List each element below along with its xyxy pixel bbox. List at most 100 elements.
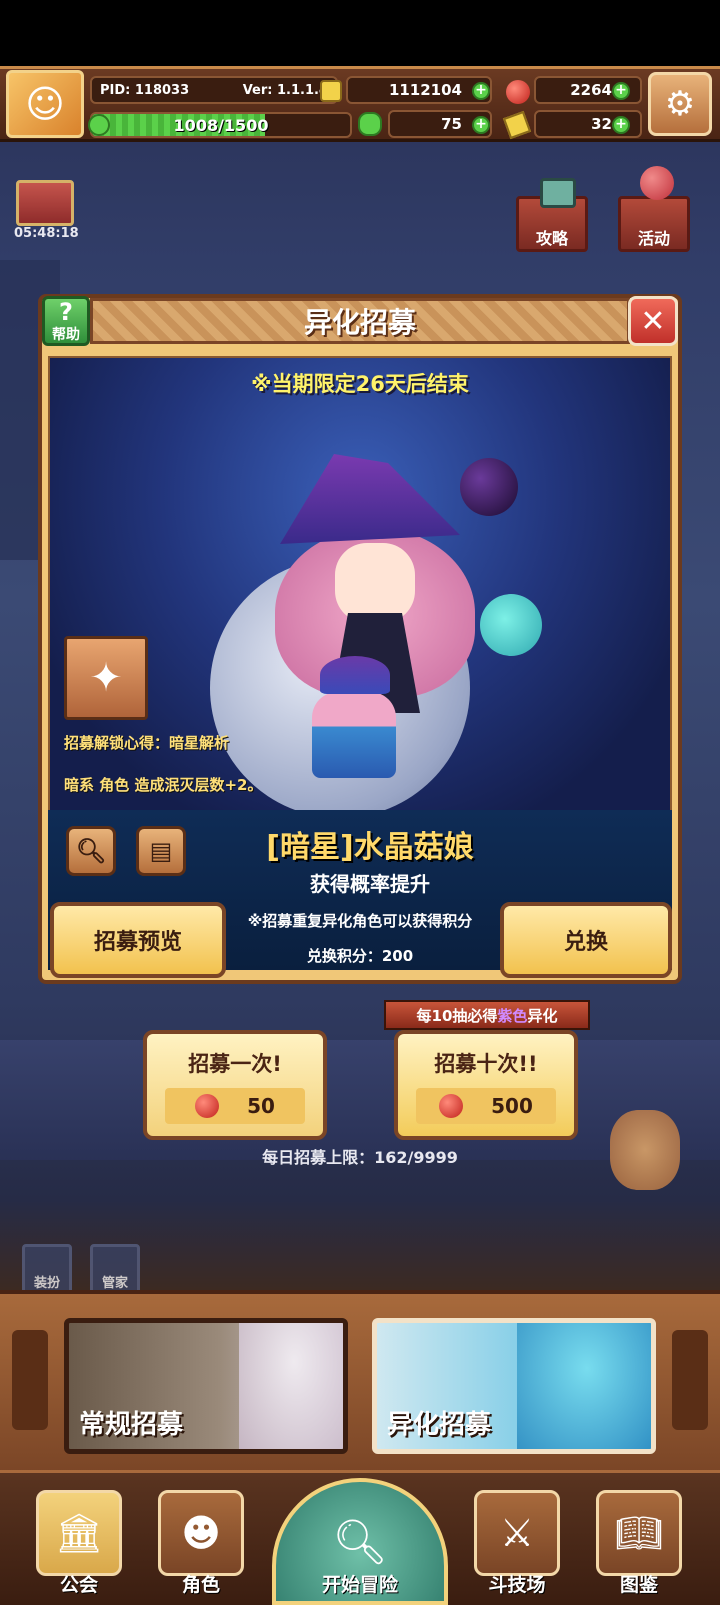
butler-button[interactable]: 管家 [90, 1244, 140, 1294]
recruit-ten-label: 招募十次!! [434, 1052, 538, 1076]
event-timer: 05:48:18 [14, 226, 79, 241]
guarantee-color-word: 紫色 [497, 1006, 528, 1025]
recruit-once-label: 招募一次! [188, 1052, 282, 1076]
panel-title: 异化招募 [90, 298, 630, 344]
guarantee-prefix: 每10抽必得 [416, 1006, 498, 1025]
costume-button[interactable]: 装扮 [22, 1244, 72, 1294]
stamina-value: 1008/1500 [173, 116, 269, 135]
guide-label: 攻略 [535, 229, 568, 248]
recruit-preview-label: 招募预览 [93, 930, 182, 955]
gold-counter: 1112104 [346, 76, 492, 104]
npc-sprite [610, 1110, 680, 1190]
ticket-add-icon[interactable]: + [612, 116, 630, 134]
character-face-icon: ☻ [181, 1511, 221, 1555]
recruit-ten-cost: 500 [416, 1088, 556, 1124]
rate-up-label: 获得概率提升 [310, 872, 430, 896]
recruit-ten-button[interactable]: 招募十次!! 500 [394, 1030, 578, 1140]
chat-icon [540, 178, 576, 208]
star-map-icon: ✦ [89, 655, 123, 701]
player-avatar[interactable]: ☺ [6, 70, 84, 138]
clover-icon [358, 112, 382, 136]
balloon-icon [640, 166, 674, 200]
exchange-points: 兑换积分：200 [306, 947, 414, 965]
chibi-character [312, 692, 396, 778]
book-icon: 📖︎ [614, 1510, 664, 1555]
nav-guild-label: 公会 [59, 1574, 98, 1596]
gem-icon [439, 1094, 464, 1118]
unlock-item-icon[interactable]: ✦ [64, 636, 148, 720]
exchange-label: 兑换 [563, 930, 608, 955]
document-icon: ▤ [149, 837, 173, 865]
zoom-button[interactable]: 🔍︎ [66, 826, 116, 876]
costume-label: 装扮 [33, 1276, 60, 1291]
staff-orb [460, 458, 518, 516]
witch-hat [280, 454, 460, 544]
mutation-recruit-character [517, 1323, 651, 1449]
recruit-once-cost-value: 50 [247, 1094, 275, 1118]
recruit-ten-cost-value: 500 [491, 1094, 533, 1118]
event-button[interactable]: 活动 [618, 196, 690, 252]
gem-add-icon[interactable]: + [612, 82, 630, 100]
tab-normal-recruit-label: 常规招募 [79, 1410, 184, 1440]
tab-normal-recruit[interactable]: 常规招募 [64, 1318, 348, 1454]
featured-character-name: [暗星]水晶菇娘 [266, 830, 474, 865]
unlock-insight-text: 招募解锁心得：暗星解析 [64, 734, 230, 752]
tab-mutation-recruit[interactable]: 异化招募 [372, 1318, 656, 1454]
magnifier-icon: 🔍︎ [75, 837, 107, 865]
close-button[interactable]: ✕ [628, 296, 678, 346]
stamina-icon [88, 114, 110, 136]
nav-codex-label: 图鉴 [619, 1574, 658, 1596]
player-info: PID: 118033 Ver: 1.1.1.4 [90, 76, 338, 104]
duplicate-points-note: ※招募重复异化角色可以获得积分 [247, 912, 473, 930]
gold-coin-icon [320, 80, 342, 102]
gem-value: 2264 [570, 81, 612, 99]
clover-value: 75 [441, 115, 462, 133]
recruit-once-button[interactable]: 招募一次! 50 [143, 1030, 327, 1140]
crossed-swords-icon: ⚔ [499, 1511, 535, 1555]
event-label: 活动 [637, 229, 670, 248]
tab-arrow-left [12, 1330, 48, 1430]
normal-recruit-character [239, 1323, 343, 1449]
tab-mutation-recruit-label: 异化招募 [387, 1410, 492, 1440]
guarantee-suffix: 异化 [527, 1006, 558, 1025]
nav-character-label: 角色 [181, 1574, 220, 1596]
help-label: 帮助 [52, 327, 80, 343]
gold-add-icon[interactable]: + [472, 82, 490, 100]
player-id: PID: 118033 [100, 82, 190, 98]
butler-label: 管家 [101, 1276, 128, 1291]
clover-add-icon[interactable]: + [472, 116, 490, 134]
nav-character-button[interactable]: ☻ [158, 1490, 244, 1576]
help-button[interactable]: ? 帮助 [42, 296, 90, 346]
settings-gear-icon[interactable]: ⚙ [648, 72, 712, 136]
character-face [335, 543, 415, 623]
close-icon: ✕ [640, 303, 666, 339]
nav-arena-button[interactable]: ⚔ [474, 1490, 560, 1576]
details-button[interactable]: ▤ [136, 826, 186, 876]
recruit-preview-button[interactable]: 招募预览 [50, 902, 226, 978]
gift-icon[interactable] [16, 180, 74, 226]
gem-icon [506, 80, 530, 104]
guild-building-icon: 🏛︎ [54, 1510, 104, 1555]
stamina-bar: 1008/1500 [90, 112, 352, 138]
limited-time-notice: ※当期限定26天后结束 [251, 372, 469, 396]
chibi-hat [320, 656, 390, 694]
game-version: Ver: 1.1.1.4 [242, 82, 328, 98]
tab-arrow-right [672, 1330, 708, 1430]
question-icon: ? [59, 298, 73, 326]
planet-orb [480, 594, 542, 656]
nav-codex-button[interactable]: 📖︎ [596, 1490, 682, 1576]
nav-adventure-label: 开始冒险 [321, 1574, 398, 1596]
nav-arena-label: 斗技场 [488, 1574, 546, 1596]
ticket-value: 32 [591, 115, 612, 133]
daily-recruit-limit: 每日招募上限：162/9999 [262, 1148, 458, 1167]
game-screen: 05:48:18 攻略 活动 ☺ PID: 118033 Ver: 1.1.1.… [0, 0, 720, 1605]
recruit-once-cost: 50 [165, 1088, 305, 1124]
skill-effect-text: 暗系 角色 造成泯灭层数+2。 [64, 776, 263, 794]
nav-guild-button[interactable]: 🏛︎ [36, 1490, 122, 1576]
gold-value: 1112104 [388, 81, 462, 99]
exchange-button[interactable]: 兑换 [500, 902, 672, 978]
ten-pull-guarantee-badge: 每10抽必得 紫色 异化 [384, 1000, 590, 1030]
gem-icon [195, 1094, 220, 1118]
avatar-face-icon: ☺ [25, 82, 65, 126]
magnifier-map-icon: 🔍︎ [332, 1516, 388, 1568]
